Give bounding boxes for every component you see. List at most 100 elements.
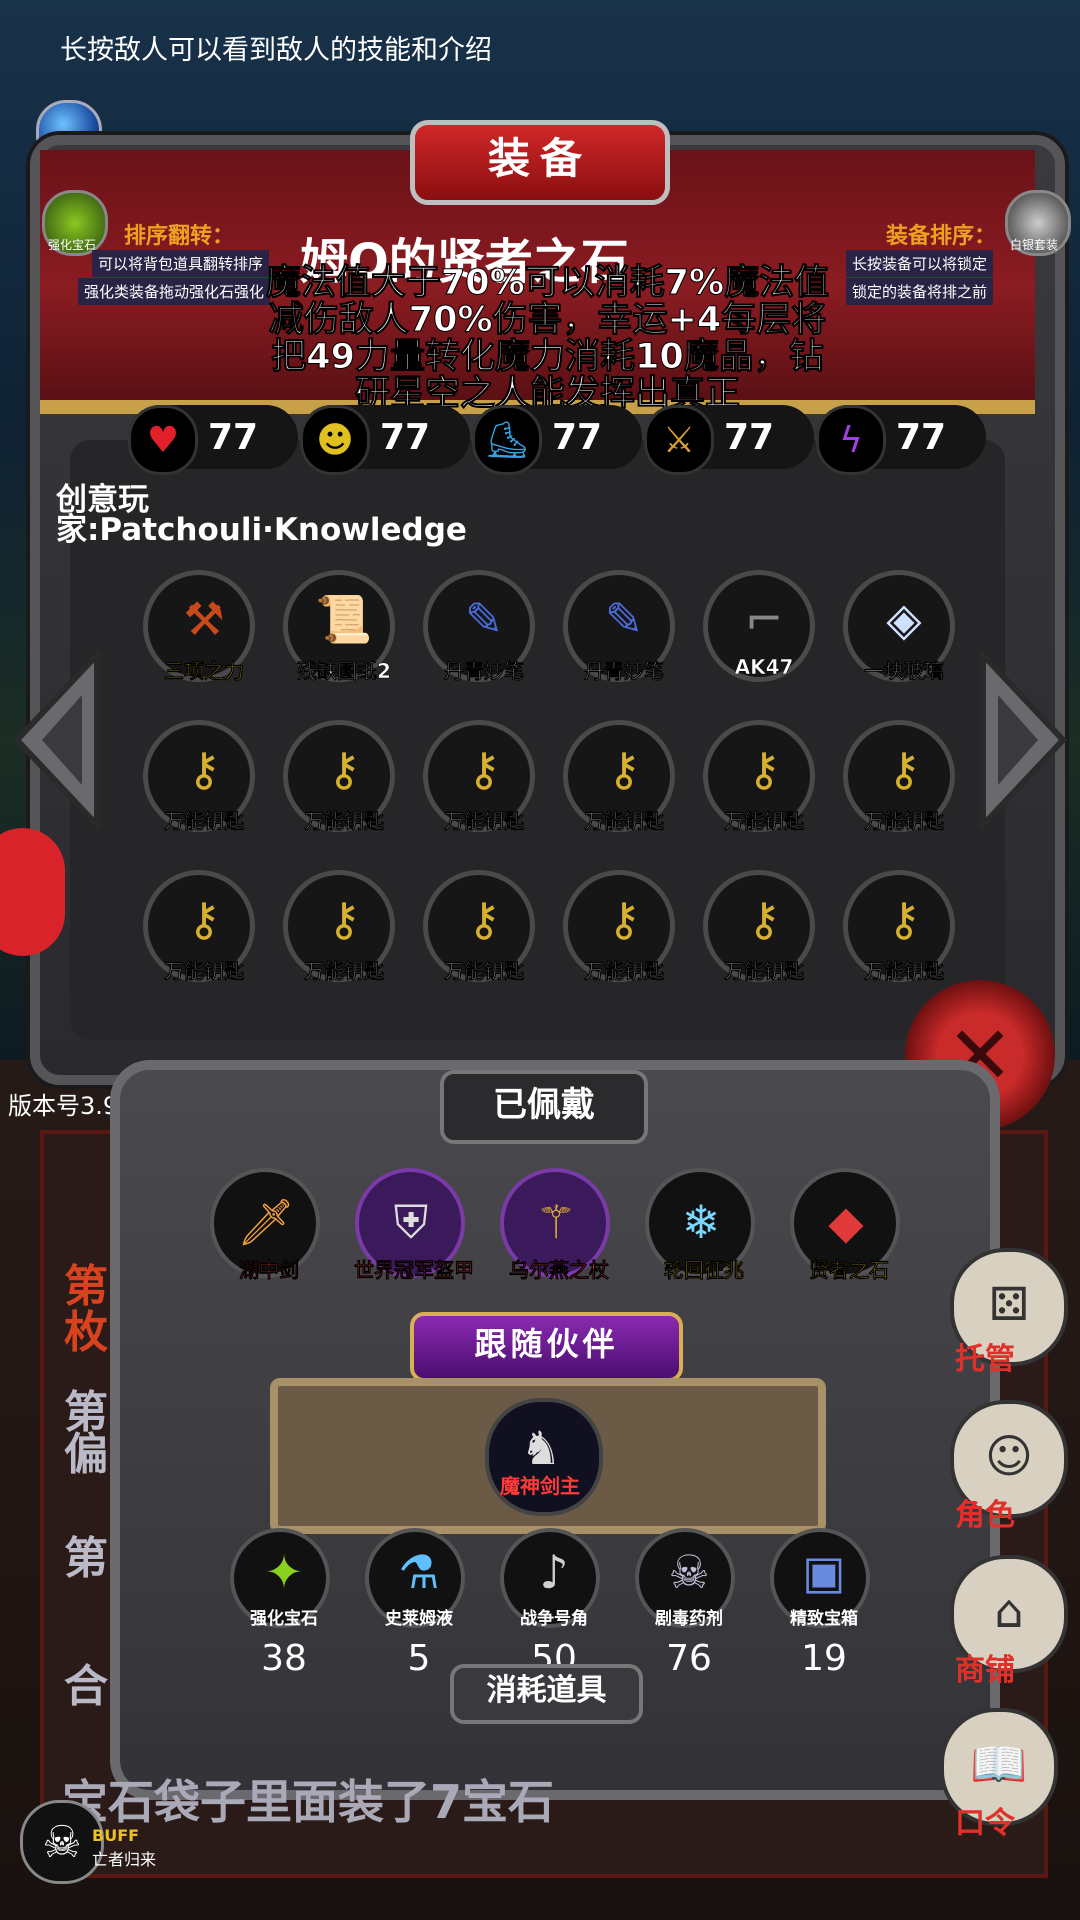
brush-icon: ✎ (604, 592, 644, 646)
inventory-item-label: 万能钥匙 (304, 809, 385, 834)
inventory-item-label: 丹青妙笔 (444, 659, 525, 684)
user-float-button[interactable] (0, 828, 65, 956)
consumable-slot[interactable]: ⚗ 史莱姆液 5 (365, 1528, 465, 1679)
consumables-title: 消耗道具 (450, 1664, 643, 1724)
key-icon: ⚷ (747, 742, 781, 796)
consumable-slot[interactable]: ☠ 剧毒药剂 76 (635, 1528, 735, 1679)
staff-icon: ⚚ (535, 1195, 577, 1249)
consumable-label: 史莱姆液 (385, 1609, 453, 1629)
next-page-arrow-icon[interactable] (978, 650, 1068, 830)
inventory-slot[interactable]: ⚷ 万能钥匙 (563, 870, 675, 983)
inventory-slot[interactable]: 📜 残缺图纸2 (283, 570, 395, 683)
inventory-slot[interactable]: ✎ 丹青妙笔 (423, 570, 535, 683)
inventory-item-label: 万能钥匙 (724, 809, 805, 834)
inventory-slot[interactable]: ⚷ 万能钥匙 (703, 870, 815, 983)
password-label: 口令 (955, 1806, 1015, 1841)
gem-icon: ✦ (264, 1545, 304, 1599)
stat-value: 77 (724, 417, 775, 458)
worn-item-label: 贤者之石 (809, 1258, 890, 1283)
log-line: 枚 (64, 1307, 108, 1358)
consumable-slot[interactable]: ✦ 强化宝石 38 (230, 1528, 330, 1679)
inventory-slot[interactable]: ⚷ 万能钥匙 (843, 720, 955, 833)
brush-icon: ✎ (464, 592, 504, 646)
horn-icon: ♪ (539, 1545, 569, 1599)
inventory-slot[interactable]: ⚷ 万能钥匙 (423, 720, 535, 833)
inventory-item-label: 万能钥匙 (584, 809, 665, 834)
sword-icon: 🗡 (236, 1195, 296, 1249)
worn-slot[interactable]: 🗡 湖中剑 (210, 1168, 320, 1282)
inventory-slot[interactable]: ⚷ 万能钥匙 (283, 720, 395, 833)
inventory-item-label: 一块玻璃 (864, 659, 945, 684)
log-line: 偏 (64, 1429, 108, 1480)
inventory-item-label: 万能钥匙 (164, 809, 245, 834)
inventory-slot[interactable]: ⌐ AK47 (703, 570, 815, 682)
worn-slot[interactable]: ❄ 轮回征兆 (645, 1168, 755, 1282)
inventory-item-label: 三项之力 (164, 659, 245, 684)
character-icon: ☺ (985, 1429, 1033, 1483)
hint-text: 长按敌人可以看到敌人的技能和介绍 (60, 35, 492, 66)
key-icon: ⚷ (327, 892, 361, 946)
potion-icon: ⚗ (398, 1545, 440, 1599)
sort-flip-text: 强化类装备拖动强化石强化 (78, 278, 271, 305)
inventory-slot[interactable]: ⚷ 万能钥匙 (423, 870, 535, 983)
chest-icon: ▣ (802, 1545, 846, 1599)
stat-value: 77 (896, 417, 947, 458)
key-icon: ⚷ (467, 742, 501, 796)
key-icon: ⚷ (607, 742, 641, 796)
consumable-label: 剧毒药剂 (655, 1609, 723, 1629)
consumable-slot[interactable]: ♪ 战争号角 50 (500, 1528, 600, 1679)
sort-flip-title[interactable]: 排序翻转： (124, 218, 234, 250)
upgrade-gem-label: 强化宝石 (48, 238, 97, 252)
consumable-label: 战争号角 (520, 1609, 588, 1629)
prev-page-arrow-icon[interactable] (12, 650, 102, 830)
equipment-sort-text: 锁定的装备将排之前 (846, 278, 994, 305)
consumable-count: 76 (666, 1638, 712, 1679)
inventory-item-label: 万能钥匙 (304, 959, 385, 984)
worn-title: 已佩戴 (440, 1070, 648, 1144)
buff-text: 亡者归来 (92, 1850, 157, 1869)
consumable-label: 强化宝石 (250, 1609, 318, 1629)
equipment-sort-title[interactable]: 装备排序： (886, 218, 996, 250)
stat-value: 77 (380, 417, 431, 458)
book-icon: 📖 (970, 1737, 1028, 1791)
consumable-slot[interactable]: ▣ 精致宝箱 19 (770, 1528, 870, 1679)
inventory-slot[interactable]: ✎ 丹青妙笔 (563, 570, 675, 683)
shop-label: 商铺 (955, 1653, 1015, 1688)
glass-icon: ◈ (886, 592, 922, 646)
inventory-item-label: 万能钥匙 (584, 959, 665, 984)
stat-speed: ⛸ 77 (472, 405, 642, 475)
heart-icon: ♥ (128, 405, 198, 475)
stat-strength: ☻ 77 (300, 405, 470, 475)
inventory-item-label: 万能钥匙 (724, 959, 805, 984)
inventory-slot[interactable]: ⚷ 万能钥匙 (283, 870, 395, 983)
rifle-icon: ⌐ (744, 592, 784, 646)
sort-flip-text: 可以将背包道具翻转排序 (92, 250, 270, 277)
panel-title: 装备 (410, 120, 670, 205)
inventory-slot[interactable]: ⚷ 万能钥匙 (143, 720, 255, 833)
key-icon: ⚷ (887, 742, 921, 796)
inventory-slot[interactable]: ⚒ 三项之力 (143, 570, 255, 683)
stone-icon: ◆ (828, 1195, 864, 1249)
inventory-item-label: 万能钥匙 (164, 959, 245, 984)
worn-slot[interactable]: ◆ 贤者之石 (790, 1168, 900, 1282)
inventory-slot[interactable]: ◈ 一块玻璃 (843, 570, 955, 683)
auto-label: 托管 (955, 1342, 1015, 1377)
boot-icon: ⛸ (472, 405, 542, 475)
worn-slot[interactable]: ⚚ 乌尔燕之杖 (500, 1168, 610, 1282)
gem-bag-text: 宝石袋子里面装了7宝石 (62, 1775, 555, 1829)
inventory-slot[interactable]: ⚷ 万能钥匙 (843, 870, 955, 983)
inventory-slot[interactable]: ⚷ 万能钥匙 (563, 720, 675, 833)
inventory-slot[interactable]: ⚷ 万能钥匙 (703, 720, 815, 833)
key-icon: ⚷ (747, 892, 781, 946)
worn-slot[interactable]: ⛨ 世界冠军盔甲 (354, 1168, 474, 1282)
dice-icon: ⚄ (989, 1277, 1029, 1331)
consumable-count: 19 (801, 1638, 847, 1679)
key-icon: ⚷ (887, 892, 921, 946)
scepter-icon: ❄ (681, 1195, 721, 1249)
magic-icon: ϟ (816, 405, 886, 475)
silver-set-label: 白银套装 (1010, 238, 1059, 252)
inventory-item-label: 万能钥匙 (444, 809, 525, 834)
key-icon: ⚷ (607, 892, 641, 946)
key-icon: ⚷ (187, 742, 221, 796)
inventory-slot[interactable]: ⚷ 万能钥匙 (143, 870, 255, 983)
